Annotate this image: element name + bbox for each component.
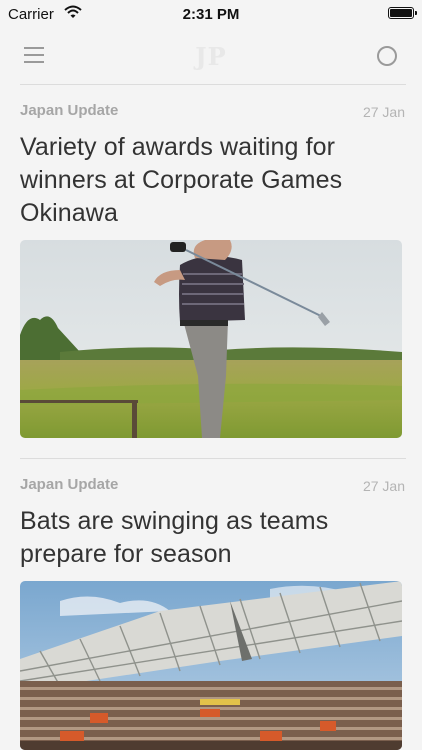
status-bar: Carrier 2:31 PM	[0, 0, 422, 30]
article-headline[interactable]: Bats are swinging as teams prepare for s…	[20, 505, 402, 571]
app-logo: JP	[195, 42, 227, 71]
article-source: Japan Update	[20, 102, 119, 119]
article-date: 27 Jan	[362, 478, 405, 494]
battery-icon	[388, 7, 417, 19]
article-meta: Japan Update 27 Jan	[20, 102, 405, 122]
article-divider	[20, 458, 406, 459]
search-circle-icon[interactable]	[377, 46, 397, 66]
golfer-swinging-photo[interactable]	[20, 240, 402, 438]
baseball-stadium-crowd-photo[interactable]	[20, 581, 402, 750]
nav-divider	[20, 84, 406, 85]
article-source: Japan Update	[20, 476, 119, 493]
article-headline[interactable]: Variety of awards waiting for winners at…	[20, 131, 402, 230]
article-date: 27 Jan	[362, 104, 405, 120]
article-card[interactable]: Japan Update 27 Jan Variety of awards wa…	[20, 102, 405, 438]
nav-bar: JP	[0, 30, 422, 85]
clock: 2:31 PM	[182, 6, 240, 23]
article-card[interactable]: Japan Update 27 Jan Bats are swinging as…	[20, 476, 405, 750]
article-meta: Japan Update 27 Jan	[20, 476, 405, 496]
